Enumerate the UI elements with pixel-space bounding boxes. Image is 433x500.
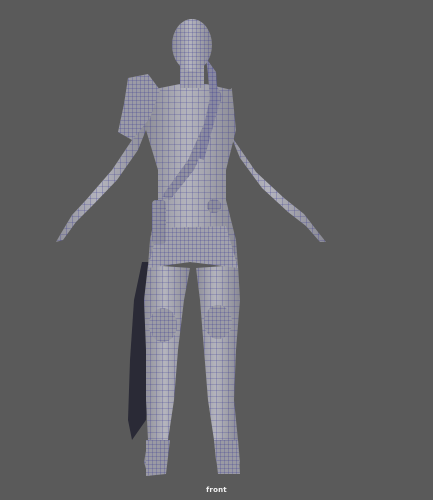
viewport-panel[interactable]: front [0, 0, 433, 500]
character-model-wireframe[interactable] [0, 0, 433, 500]
head [172, 19, 212, 71]
right-arm [222, 88, 326, 242]
camera-label: front [206, 486, 227, 494]
